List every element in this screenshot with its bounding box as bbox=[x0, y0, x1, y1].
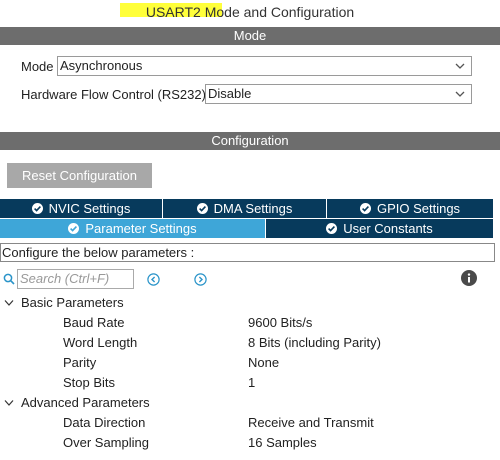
param-name-parity: Parity bbox=[63, 355, 97, 370]
param-value-parity[interactable]: None bbox=[248, 353, 279, 373]
check-circle-icon bbox=[31, 203, 43, 214]
param-name-data-direction: Data Direction bbox=[63, 415, 146, 430]
mode-select-value: Asynchronous bbox=[60, 58, 143, 73]
tab-label: Parameter Settings bbox=[85, 221, 197, 236]
param-name-baud-rate: Baud Rate bbox=[63, 315, 125, 330]
tab-label: NVIC Settings bbox=[48, 201, 131, 216]
flow-control-label: Hardware Flow Control (RS232) bbox=[21, 87, 206, 102]
check-circle-icon bbox=[68, 223, 80, 234]
info-icon[interactable] bbox=[461, 270, 477, 286]
next-match-icon[interactable] bbox=[194, 273, 207, 286]
tab-dma-settings[interactable]: DMA Settings bbox=[163, 199, 326, 218]
param-value-stop-bits[interactable]: 1 bbox=[248, 373, 255, 393]
search-input[interactable]: Search (Ctrl+F) bbox=[17, 269, 134, 289]
tab-nvic-settings[interactable]: NVIC Settings bbox=[0, 199, 162, 218]
tab-user-constants[interactable]: User Constants bbox=[266, 219, 493, 238]
check-circle-icon bbox=[196, 203, 208, 214]
reset-configuration-button[interactable]: Reset Configuration bbox=[7, 163, 152, 188]
param-value-over-sampling[interactable]: 16 Samples bbox=[248, 433, 317, 453]
tree-group-label: Advanced Parameters bbox=[21, 395, 150, 410]
chevron-down-icon bbox=[455, 63, 465, 69]
page-title: USART2 Mode and Configuration bbox=[145, 4, 355, 20]
tree-group-label: Basic Parameters bbox=[21, 295, 124, 310]
mode-label: Mode bbox=[21, 59, 54, 74]
flow-control-select-value: Disable bbox=[208, 86, 252, 101]
configuration-section-header: Configuration bbox=[0, 132, 500, 150]
param-value-data-direction[interactable]: Receive and Transmit bbox=[248, 413, 374, 433]
mode-select[interactable]: Asynchronous bbox=[57, 56, 472, 76]
check-circle-icon bbox=[326, 223, 338, 234]
configure-hint: Configure the below parameters : bbox=[0, 243, 495, 262]
flow-control-select[interactable]: Disable bbox=[205, 84, 472, 104]
tab-parameter-settings[interactable]: Parameter Settings bbox=[0, 219, 265, 238]
chevron-down-icon bbox=[455, 91, 465, 97]
tab-label: DMA Settings bbox=[213, 201, 293, 216]
param-name-word-length: Word Length bbox=[63, 335, 138, 350]
param-name-over-sampling: Over Sampling bbox=[63, 435, 149, 450]
search-icon bbox=[3, 273, 15, 285]
chevron-down-icon bbox=[4, 300, 14, 306]
chevron-down-icon bbox=[4, 400, 14, 406]
tab-gpio-settings[interactable]: GPIO Settings bbox=[327, 199, 493, 218]
previous-match-icon[interactable] bbox=[147, 273, 160, 286]
tab-label: User Constants bbox=[343, 221, 433, 236]
param-value-word-length[interactable]: 8 Bits (including Parity) bbox=[248, 333, 381, 353]
tab-label: GPIO Settings bbox=[376, 201, 461, 216]
param-name-stop-bits: Stop Bits bbox=[63, 375, 116, 390]
check-circle-icon bbox=[359, 203, 371, 214]
param-value-baud-rate[interactable]: 9600 Bits/s bbox=[248, 313, 312, 333]
mode-section-header: Mode bbox=[0, 27, 500, 45]
